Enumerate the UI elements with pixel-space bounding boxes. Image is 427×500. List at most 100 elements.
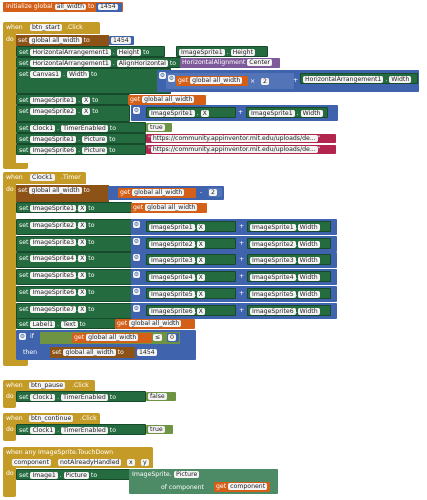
helper-option[interactable]: Center xyxy=(247,59,273,66)
number-value[interactable]: 2 xyxy=(261,78,269,85)
mutator-gear-icon[interactable]: ⚙ xyxy=(133,220,140,228)
mutator-gear-icon[interactable]: ⚙ xyxy=(133,237,140,245)
param-not-already-handled[interactable]: notAlreadyHandled xyxy=(58,459,122,466)
component-dropdown[interactable]: Canvas1 xyxy=(30,71,62,78)
getter-block[interactable]: ImageSprite5. X xyxy=(146,288,236,299)
getter-block[interactable]: ImageSprite5. Width xyxy=(247,288,331,299)
property-dropdown[interactable]: Width xyxy=(297,223,320,231)
component-dropdown[interactable]: ImageSprite1 xyxy=(149,110,195,117)
component-dropdown[interactable]: HorizontalArrangement1 xyxy=(303,76,384,83)
number-value[interactable]: 1454 xyxy=(111,37,131,44)
get-param-block[interactable]: get component xyxy=(214,482,270,492)
set-property-block[interactable]: set ImageSprite5.X to xyxy=(16,269,132,286)
set-property-block[interactable]: set ImageSprite1 . Picture to xyxy=(16,133,146,144)
component-dropdown[interactable]: ImageSprite2 xyxy=(149,240,195,248)
getter-block[interactable]: ImageSprite3. Width xyxy=(247,254,331,266)
set-property-block[interactable]: set ImageSprite7.X to xyxy=(16,302,132,319)
init-value-block[interactable]: 1454 xyxy=(96,3,122,12)
set-property-block[interactable]: set Clock1 . TimerEnabled to xyxy=(16,122,146,133)
component-dropdown[interactable]: Image1 xyxy=(30,472,58,479)
set-property-block[interactable]: set ImageSprite1.X to xyxy=(16,202,132,213)
property-dropdown[interactable]: X xyxy=(196,307,205,315)
param-component[interactable]: component xyxy=(12,459,52,466)
set-property-block[interactable]: set ImageSprite4.X to xyxy=(16,252,132,269)
boolean-block[interactable]: true xyxy=(146,425,173,434)
num-block[interactable]: 2 xyxy=(208,188,222,197)
getter-block[interactable]: ImageSprite1 . X xyxy=(146,107,236,118)
timer-component[interactable]: Clock1 xyxy=(30,174,55,181)
generic-property-dropdown[interactable]: Picture xyxy=(174,471,200,478)
btn-pause-event-block[interactable]: when btn_pause .Click xyxy=(3,380,95,391)
property-dropdown[interactable]: Width xyxy=(297,257,320,265)
property-dropdown[interactable]: X xyxy=(78,238,87,246)
boolean-block[interactable]: true xyxy=(146,123,172,132)
getter-block[interactable]: ImageSprite1. Width xyxy=(247,220,331,232)
property-dropdown[interactable]: TimerEnabled xyxy=(61,125,108,132)
component-dropdown[interactable]: ImageSprite2 xyxy=(30,108,77,115)
get-global-block[interactable]: get global all_width xyxy=(128,95,206,105)
component-dropdown[interactable]: ImageSprite3 xyxy=(149,257,195,265)
btn-start-event-block[interactable]: when btn_start .Click xyxy=(3,22,100,34)
number-value[interactable]: 0 xyxy=(168,334,176,341)
component-dropdown[interactable]: ImageSprite4 xyxy=(30,255,77,263)
global-var-dropdown[interactable]: global all_width xyxy=(29,37,82,44)
property-dropdown[interactable]: X xyxy=(200,110,209,117)
mutator-gear-icon[interactable]: ⚙ xyxy=(159,72,166,79)
component-dropdown[interactable]: ImageSprite1 xyxy=(30,205,77,212)
text-block[interactable]: " https://community.appinventor.mit.edu/u… xyxy=(146,145,336,154)
get-global-block[interactable]: get global all_width xyxy=(118,188,196,198)
continue-component[interactable]: btn_continue xyxy=(29,415,74,422)
component-dropdown[interactable]: ImageSprite6 xyxy=(250,307,296,315)
set-global-block[interactable]: set global all_width to xyxy=(50,347,136,358)
getter-block[interactable]: ImageSprite6. X xyxy=(146,304,236,316)
property-dropdown[interactable]: X xyxy=(196,274,205,282)
set-property-block[interactable]: set ImageSprite3.X to xyxy=(16,235,132,252)
property-dropdown[interactable]: Text xyxy=(60,321,78,328)
global-var-dropdown[interactable]: global all_width xyxy=(190,77,243,84)
property-dropdown[interactable]: Picture xyxy=(82,147,108,154)
component-dropdown[interactable]: Clock1 xyxy=(30,394,56,401)
getter-block[interactable]: ImageSprite6. Width xyxy=(247,304,331,316)
mutator-gear-icon[interactable]: ⚙ xyxy=(168,75,175,82)
component-dropdown[interactable]: ImageSprite6 xyxy=(30,147,77,154)
get-global-block[interactable]: get global all_width xyxy=(176,76,248,86)
set-property-block[interactable]: set ImageSprite1 . X to xyxy=(16,94,130,105)
global-var-dropdown[interactable]: global all_width xyxy=(29,187,82,194)
set-property-block[interactable]: set Image1 . Picture to xyxy=(16,469,134,480)
property-dropdown[interactable]: Width xyxy=(67,71,89,78)
component-dropdown[interactable]: ImageSprite2 xyxy=(250,240,296,248)
text-value[interactable]: https://community.appinventor.mit.edu/up… xyxy=(150,135,318,142)
global-var-dropdown[interactable]: global all_width xyxy=(145,204,198,211)
property-dropdown[interactable]: X xyxy=(78,272,87,280)
component-dropdown[interactable]: ImageSprite4 xyxy=(149,274,195,282)
property-dropdown[interactable]: Width xyxy=(297,307,320,315)
num-block[interactable]: 1454 xyxy=(109,36,134,45)
set-property-block[interactable]: set ImageSprite6.X to xyxy=(16,286,132,302)
boolean-dropdown[interactable]: true xyxy=(148,124,165,131)
text-block[interactable]: " https://community.appinventor.mit.edu/u… xyxy=(146,134,336,143)
getter-block[interactable]: HorizontalArrangement1 . Width xyxy=(300,73,418,84)
component-dropdown[interactable]: ImageSprite1 xyxy=(249,110,295,117)
component-dropdown[interactable]: ImageSprite3 xyxy=(250,257,296,265)
global-var-dropdown[interactable]: global all_width xyxy=(63,349,116,356)
set-property-block[interactable]: set Clock1 . TimerEnabled to xyxy=(16,391,146,402)
getter-block[interactable]: ImageSprite4. X xyxy=(146,271,236,283)
pause-component[interactable]: btn_pause xyxy=(29,382,66,389)
set-global-block[interactable]: set global all_width to xyxy=(16,35,109,46)
set-property-block[interactable]: set HorizontalArrangement1 . Height to xyxy=(16,46,165,57)
getter-block[interactable]: ImageSprite4. Width xyxy=(247,271,331,283)
set-global-block[interactable]: set global all_width to xyxy=(16,185,109,202)
getter-block[interactable]: ImageSprite1. X xyxy=(146,220,236,232)
property-dropdown[interactable]: X xyxy=(82,97,91,104)
btn-continue-event-block[interactable]: when btn_continue .Click xyxy=(3,413,100,424)
property-dropdown[interactable]: Width xyxy=(389,76,412,83)
mutator-gear-icon[interactable]: ⚙ xyxy=(133,271,140,279)
property-dropdown[interactable]: Width xyxy=(297,240,320,248)
btn-start-component[interactable]: btn_start xyxy=(30,24,62,31)
get-global-block[interactable]: get global all_width xyxy=(72,333,152,343)
property-dropdown[interactable]: X xyxy=(78,221,87,229)
mutator-gear-icon[interactable]: ⚙ xyxy=(133,304,140,312)
property-dropdown[interactable]: Width xyxy=(297,274,320,282)
text-value[interactable]: https://community.appinventor.mit.edu/up… xyxy=(150,146,318,153)
property-dropdown[interactable]: X xyxy=(78,205,87,212)
